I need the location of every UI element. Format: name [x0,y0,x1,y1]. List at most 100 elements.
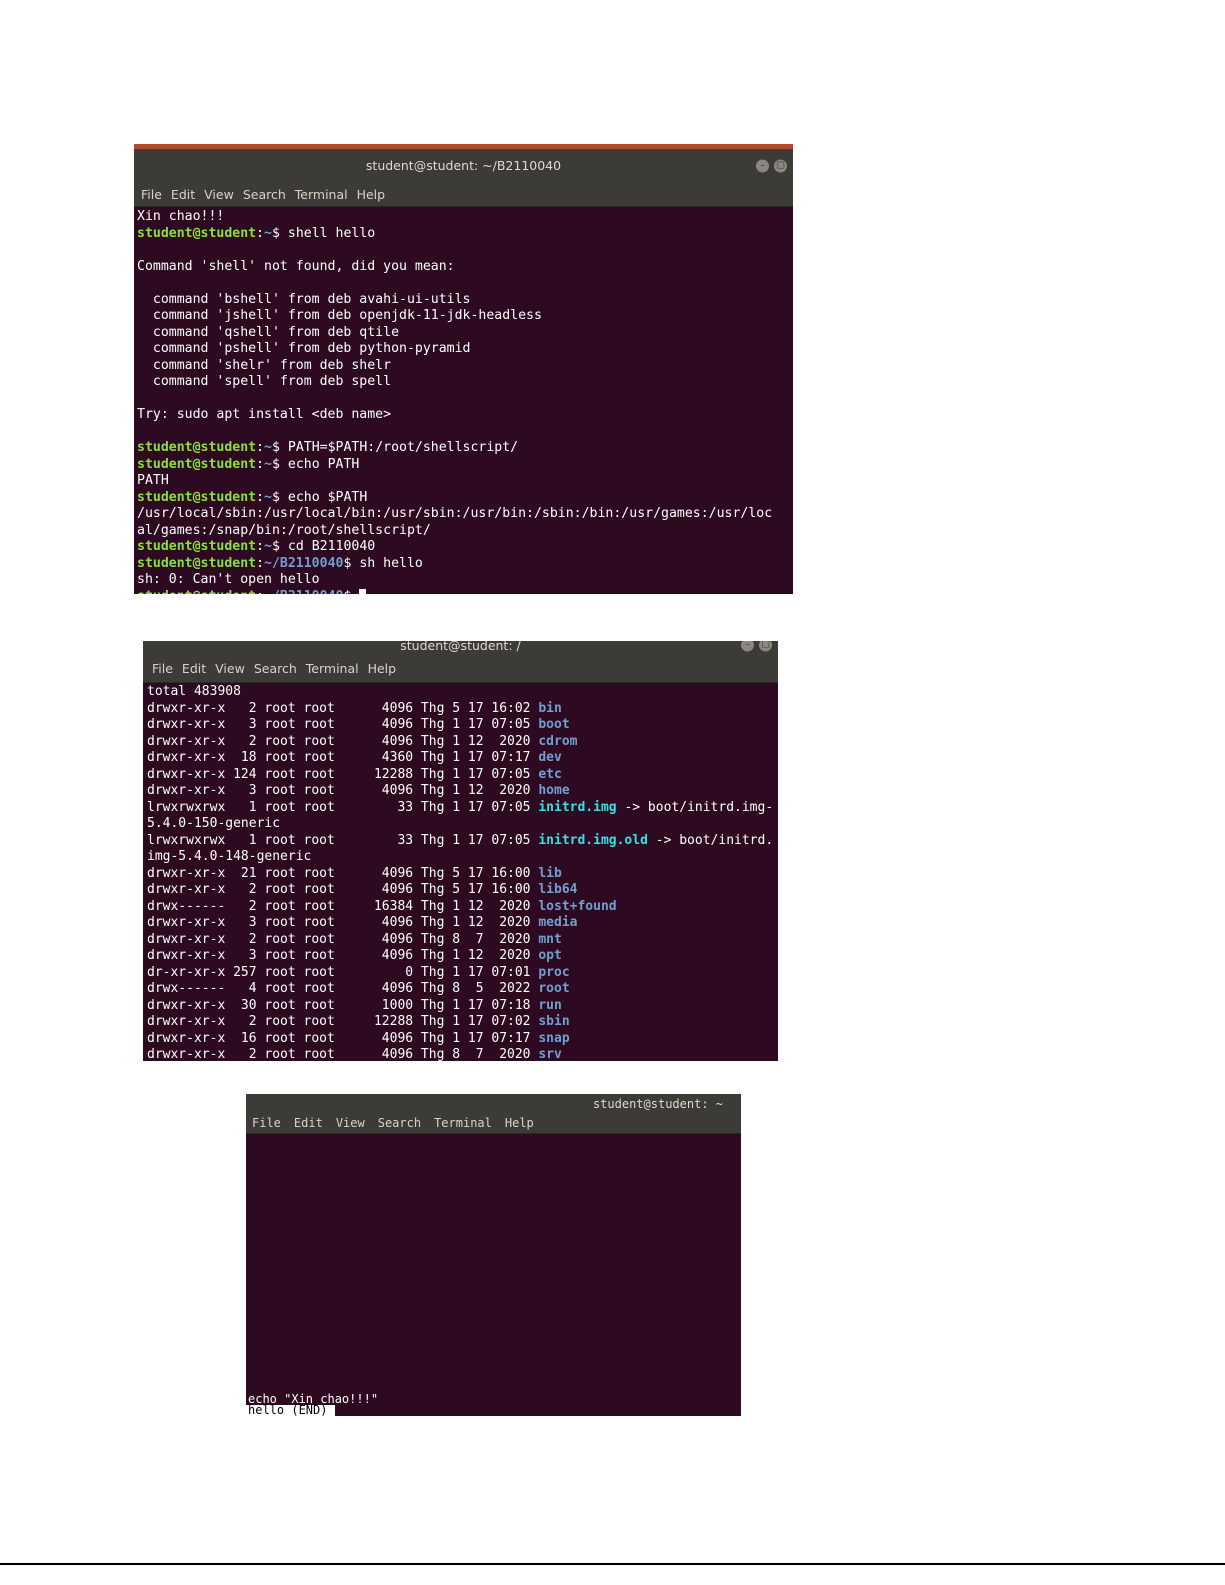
terminal-text: drwxr-xr-x 124 root root 12288 Thg 1 17 … [147,766,539,782]
menu-search[interactable]: Search [243,183,286,206]
directory-name: srv [538,1047,562,1061]
prompt-user: student@student [137,440,257,455]
terminal-line: drwxr-xr-x 2 root root 4096 Thg 8 7 2020… [147,932,778,949]
terminal-text: : [256,456,265,472]
terminal-line: student@student:~$ echo $PATH [137,490,793,507]
menu-edit[interactable]: Edit [171,183,195,206]
terminal-window-1[interactable]: student@student: ~/B2110040 – □ File Edit… [134,144,793,594]
title-bar[interactable]: student@student: / – □ [143,641,778,656]
menu-bar: File Edit View Search Terminal Help [134,183,793,207]
terminal-output[interactable]: total 483908 drwxr-xr-x 2 root root 4096 … [143,683,778,1061]
terminal-text: command 'shelr' from deb shelr [137,357,392,373]
terminal-line: al/games:/snap/bin:/root/shellscript/ [137,523,793,540]
terminal-text: sh: 0: Can't open hello [137,572,320,587]
terminal-text: total 483908 [147,684,241,699]
terminal-line: drwxr-xr-x 21 root root 4096 Thg 5 17 16… [147,866,778,883]
terminal-line: dr-xr-xr-x 257 root root 0 Thg 1 17 07:0… [147,965,778,982]
menu-file[interactable]: File [152,656,173,682]
terminal-text: drwxr-xr-x 3 root root 4096 Thg 1 12 202… [147,915,539,930]
maximize-icon[interactable]: □ [774,159,787,173]
terminal-line: command 'jshell' from deb openjdk-11-jdk… [137,308,793,325]
terminal-line: PATH [137,473,793,490]
terminal-line: Xin chao!!! [137,209,793,226]
terminal-line: drwxr-xr-x 2 root root 4096 Thg 1 12 202… [147,734,778,751]
directory-name: etc [538,766,562,782]
menu-terminal[interactable]: Terminal [306,656,359,682]
terminal-window-2[interactable]: student@student: / – □ File Edit View Searc… [143,641,778,1061]
terminal-text: $ echo $PATH [272,489,368,505]
terminal-text: drwxr-xr-x 3 root root 4096 Thg 1 12 202… [147,948,539,963]
menu-view[interactable]: View [215,656,245,682]
directory-name: opt [538,948,562,963]
terminal-window-3[interactable]: student@student: ~ File Edit View Search Ter… [246,1094,741,1416]
minimize-icon[interactable]: – [741,641,754,652]
prompt-path: ~ [264,539,272,554]
prompt-user: student@student [137,539,257,554]
terminal-text: lrwxrwxrwx 1 root root 33 Thg 1 17 07:05 [147,832,539,848]
terminal-line: 5.4.0-150-generic [147,816,778,833]
menu-edit[interactable]: Edit [182,656,206,682]
maximize-icon[interactable]: □ [759,641,772,652]
menu-edit[interactable]: Edit [294,1114,323,1133]
menu-help[interactable]: Help [505,1114,534,1133]
terminal-text: PATH [137,473,169,488]
terminal-line: student@student:~/B2110040$ sh hello [137,556,793,573]
terminal-line: student@student:~$ echo PATH [137,457,793,474]
menu-file[interactable]: File [141,183,162,206]
terminal-text: drwxr-xr-x 2 root root 4096 Thg 8 7 2020 [147,1047,539,1061]
terminal-text: : [256,555,265,571]
terminal-line: drwxr-xr-x 2 root root 4096 Thg 5 17 16:… [147,701,778,718]
menu-view[interactable]: View [204,183,234,206]
terminal-line: drwxr-xr-x 2 root root 4096 Thg 5 17 16:… [147,882,778,899]
terminal-text: drwxr-xr-x 2 root root 4096 Thg 1 12 202… [147,733,539,749]
terminal-text: drwxr-xr-x 2 root root 4096 Thg 5 17 16:… [147,700,539,716]
terminal-text: drwx------ 2 root root 16384 Thg 1 12 20… [147,898,539,914]
menu-terminal[interactable]: Terminal [434,1114,492,1133]
menu-bar: File Edit View Search Terminal Help [246,1114,741,1134]
prompt-user: student@student [137,456,257,472]
terminal-line: drwxr-xr-x 2 root root 4096 Thg 8 7 2020… [147,1047,778,1061]
terminal-line: student@student:~$ PATH=$PATH:/root/shel… [137,440,793,457]
terminal-text: drwxr-xr-x 30 root root 1000 Thg 1 17 07… [147,997,539,1013]
prompt-user: student@student [137,225,257,241]
terminal-text: command 'spell' from deb spell [137,374,392,389]
title-bar[interactable]: student@student: ~/B2110040 – □ [134,149,793,183]
terminal-text: command 'jshell' from deb openjdk-11-jdk… [137,308,542,323]
prompt-path: ~ [264,489,272,505]
terminal-line: img-5.4.0-148-generic [147,849,778,866]
title-bar[interactable]: student@student: ~ [246,1094,741,1114]
directory-name: lost+found [538,898,617,914]
menu-search[interactable]: Search [378,1114,421,1133]
prompt-path: ~/B2110040 [264,555,344,571]
directory-name: media [538,915,578,930]
menu-view[interactable]: View [336,1114,365,1133]
terminal-text: $ sh hello [343,555,423,571]
terminal-text: drwxr-xr-x 3 root root 4096 Thg 1 12 202… [147,783,539,798]
terminal-line: command 'qshell' from deb qtile [137,325,793,342]
menu-terminal[interactable]: Terminal [295,183,348,206]
directory-name: boot [538,717,570,732]
directory-name: lib64 [538,882,578,897]
minimize-icon[interactable]: – [756,159,769,173]
terminal-output[interactable]: echo "Xin chao!!!" hello (END) [246,1133,741,1416]
window-title: student@student: / [400,641,521,653]
directory-name: proc [538,964,570,980]
menu-help[interactable]: Help [357,183,386,206]
terminal-text: /usr/local/sbin:/usr/local/bin:/usr/sbin… [137,506,773,521]
terminal-text: -> boot/initrd.img- [616,799,774,815]
page-bottom-rule [0,1563,1225,1565]
directory-name: cdrom [538,733,578,749]
terminal-text: command 'bshell' from deb avahi-ui-utils [137,291,471,307]
window-title: student@student: ~/B2110040 [365,158,562,173]
cursor [359,588,367,594]
terminal-text: dr-xr-xr-x 257 root root 0 Thg 1 17 07:0… [147,964,539,980]
terminal-text: drwxr-xr-x 21 root root 4096 Thg 5 17 16… [147,865,539,881]
menu-help[interactable]: Help [368,656,397,682]
terminal-line: command 'spell' from deb spell [137,374,793,391]
terminal-text: Try: sudo apt install <deb name> [137,407,392,422]
terminal-text: : [256,440,265,455]
menu-file[interactable]: File [252,1114,281,1133]
terminal-output[interactable]: Xin chao!!! student@student:~$ shell hell… [134,207,793,594]
menu-search[interactable]: Search [254,656,297,682]
